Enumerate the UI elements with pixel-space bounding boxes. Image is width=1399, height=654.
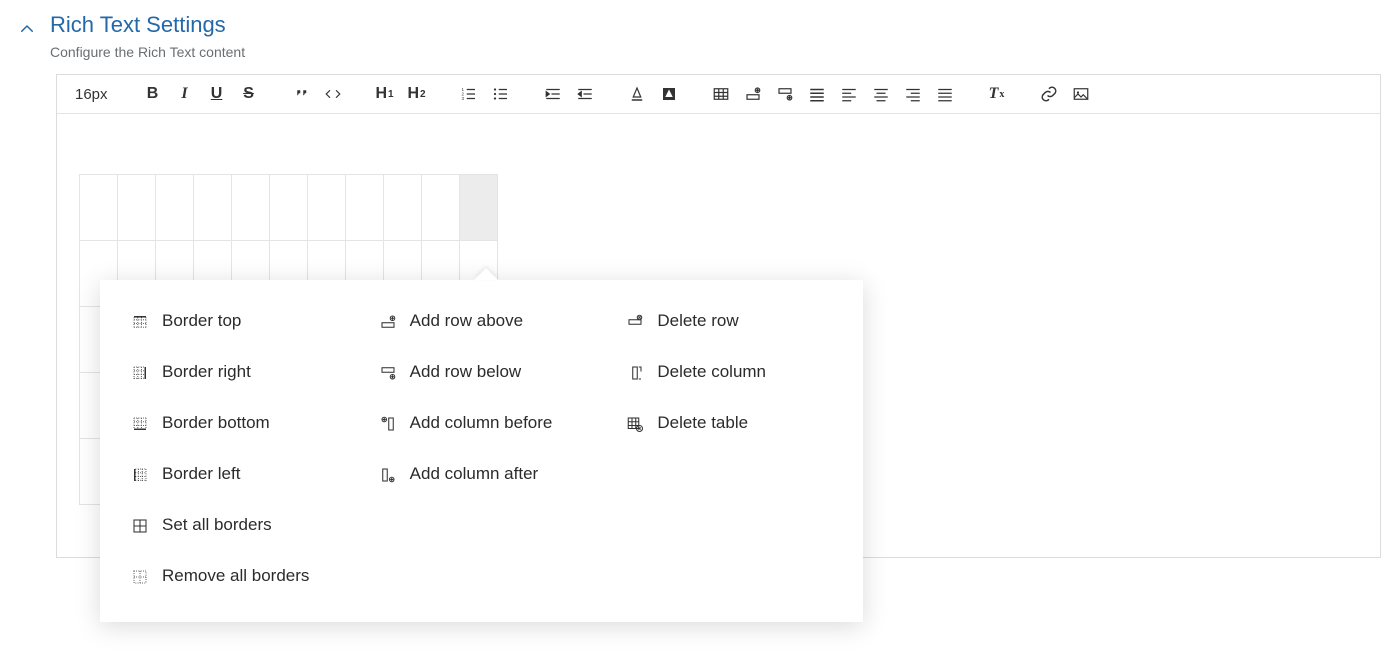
underline-button[interactable]: U xyxy=(206,83,228,105)
menu-label: Set all borders xyxy=(162,514,272,537)
delete-row-icon xyxy=(625,312,645,332)
highlight-button[interactable] xyxy=(658,83,680,105)
table-cell[interactable] xyxy=(80,175,118,241)
collapse-icon[interactable] xyxy=(18,20,36,38)
bold-button[interactable]: B xyxy=(142,83,164,105)
table-context-menu: Border top Border right Border bottom Borde… xyxy=(100,280,863,622)
blockquote-button[interactable] xyxy=(290,83,312,105)
menu-label: Border left xyxy=(162,463,240,486)
menu-label: Border right xyxy=(162,361,251,384)
menu-label: Add row above xyxy=(410,310,523,333)
menu-label: Border top xyxy=(162,310,241,333)
page-subtitle: Configure the Rich Text content xyxy=(50,44,245,60)
table-cell[interactable] xyxy=(270,175,308,241)
align-justify-button[interactable] xyxy=(806,83,828,105)
link-button[interactable] xyxy=(1038,83,1060,105)
align-right-button[interactable] xyxy=(902,83,924,105)
remove-all-borders-icon xyxy=(130,567,150,587)
italic-button[interactable]: I xyxy=(174,83,196,105)
code-button[interactable] xyxy=(322,83,344,105)
add-row-below-icon xyxy=(378,363,398,383)
menu-label: Delete table xyxy=(657,412,748,435)
add-row-above-icon xyxy=(378,312,398,332)
table-cell[interactable] xyxy=(384,175,422,241)
outdent-button[interactable] xyxy=(574,83,596,105)
set-all-borders-icon xyxy=(130,516,150,536)
table-cell[interactable] xyxy=(422,175,460,241)
svg-text:3: 3 xyxy=(461,96,464,101)
menu-border-left[interactable]: Border left xyxy=(130,463,338,486)
menu-delete-table[interactable]: Delete table xyxy=(625,412,833,435)
border-left-icon xyxy=(130,465,150,485)
table-cell[interactable] xyxy=(308,175,346,241)
menu-border-top[interactable]: Border top xyxy=(130,310,338,333)
add-column-before-icon xyxy=(378,414,398,434)
table-cell[interactable] xyxy=(346,175,384,241)
clear-format-button[interactable]: Tx xyxy=(986,83,1008,105)
ordered-list-button[interactable]: 123 xyxy=(458,83,480,105)
menu-label: Add column after xyxy=(410,463,539,486)
border-top-icon xyxy=(130,312,150,332)
table-cell[interactable] xyxy=(194,175,232,241)
table-cell[interactable] xyxy=(156,175,194,241)
border-right-icon xyxy=(130,363,150,383)
insert-row-button[interactable] xyxy=(742,83,764,105)
menu-delete-column[interactable]: Delete column xyxy=(625,361,833,384)
menu-add-row-above[interactable]: Add row above xyxy=(378,310,586,333)
menu-delete-row[interactable]: Delete row xyxy=(625,310,833,333)
page-title: Rich Text Settings xyxy=(50,12,245,38)
delete-column-icon xyxy=(625,363,645,383)
menu-label: Remove all borders xyxy=(162,565,309,588)
align-left-button[interactable] xyxy=(838,83,860,105)
menu-set-all-borders[interactable]: Set all borders xyxy=(130,514,338,537)
font-size-display[interactable]: 16px xyxy=(71,86,112,103)
table-button[interactable] xyxy=(710,83,732,105)
menu-border-right[interactable]: Border right xyxy=(130,361,338,384)
unordered-list-button[interactable] xyxy=(490,83,512,105)
menu-remove-all-borders[interactable]: Remove all borders xyxy=(130,565,338,588)
menu-label: Add row below xyxy=(410,361,522,384)
section-header: Rich Text Settings Configure the Rich Te… xyxy=(0,0,1399,60)
table-cell[interactable] xyxy=(460,175,498,241)
table-cell[interactable] xyxy=(232,175,270,241)
menu-border-bottom[interactable]: Border bottom xyxy=(130,412,338,435)
align-center-button[interactable] xyxy=(870,83,892,105)
table-cell[interactable] xyxy=(118,175,156,241)
image-button[interactable] xyxy=(1070,83,1092,105)
insert-row-below-button[interactable] xyxy=(774,83,796,105)
delete-table-icon xyxy=(625,414,645,434)
align-justify2-button[interactable] xyxy=(934,83,956,105)
menu-label: Add column before xyxy=(410,412,553,435)
menu-label: Delete column xyxy=(657,361,766,384)
menu-add-column-before[interactable]: Add column before xyxy=(378,412,586,435)
menu-label: Border bottom xyxy=(162,412,270,435)
heading2-button[interactable]: H2 xyxy=(406,83,428,105)
menu-label: Delete row xyxy=(657,310,738,333)
menu-add-column-after[interactable]: Add column after xyxy=(378,463,586,486)
indent-button[interactable] xyxy=(542,83,564,105)
border-bottom-icon xyxy=(130,414,150,434)
add-column-after-icon xyxy=(378,465,398,485)
menu-add-row-below[interactable]: Add row below xyxy=(378,361,586,384)
strikethrough-button[interactable]: S xyxy=(238,83,260,105)
font-color-button[interactable] xyxy=(626,83,648,105)
editor-toolbar: 16px B I U S H1 H2 123 Tx xyxy=(57,75,1380,114)
heading1-button[interactable]: H1 xyxy=(374,83,396,105)
